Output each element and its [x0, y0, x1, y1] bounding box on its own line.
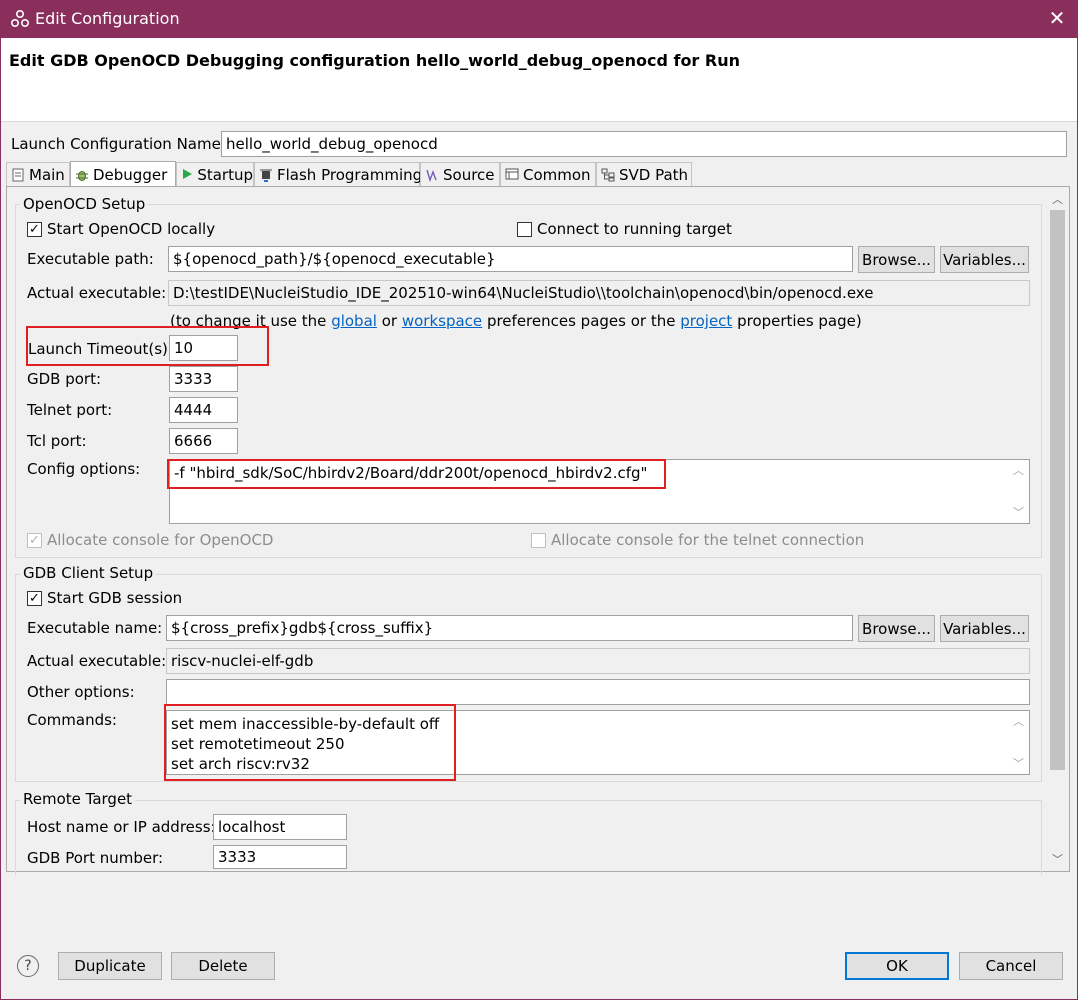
tab-startup[interactable]: Startup: [176, 162, 254, 186]
commands-label: Commands:: [27, 711, 117, 729]
common-icon: [505, 168, 519, 182]
chip-icon: [259, 168, 273, 182]
alloc-telnet-label: Allocate console for the telnet connecti…: [551, 531, 865, 549]
tab-source-label: Source: [443, 165, 495, 184]
play-icon: [181, 168, 193, 182]
openocd-exec-path-label: Executable path:: [27, 250, 154, 268]
start-openocd-label: Start OpenOCD locally: [47, 220, 216, 238]
tcl-port-input[interactable]: 6666: [169, 428, 238, 454]
tab-source[interactable]: Source: [420, 162, 500, 186]
connect-running-checkbox[interactable]: [517, 222, 532, 237]
remote-target-group: [15, 800, 1042, 875]
launch-timeout-label: Launch Timeout(s):: [28, 340, 173, 358]
scrollbar-thumb[interactable]: [1050, 210, 1065, 770]
openocd-browse-button[interactable]: Browse...: [858, 246, 935, 273]
delete-button[interactable]: Delete: [171, 952, 275, 980]
remote-target-title: Remote Target: [20, 790, 136, 808]
config-scroll-down-icon[interactable]: ﹀: [1010, 504, 1027, 520]
tcl-port-label: Tcl port:: [27, 432, 87, 450]
start-gdb-label: Start GDB session: [47, 589, 183, 607]
gdb-exec-name-input[interactable]: ${cross_prefix}gdb${cross_suffix}: [166, 615, 853, 641]
tab-common-label: Common: [523, 165, 591, 184]
gdb-port-input[interactable]: 3333: [169, 366, 238, 392]
remote-port-label: GDB Port number:: [27, 849, 164, 867]
openocd-exec-path-input[interactable]: ${openocd_path}/${openocd_executable}: [168, 246, 853, 272]
scroll-down-icon[interactable]: ﹀: [1049, 851, 1066, 868]
tab-startup-label: Startup: [197, 165, 253, 184]
openocd-actual-exec-field: D:\testIDE\NucleiStudio_IDE_202510-win64…: [168, 280, 1030, 306]
tab-debugger-label: Debugger: [93, 165, 168, 184]
commands-textarea[interactable]: set mem inaccessible-by-default off set …: [166, 710, 1030, 775]
tab-main[interactable]: Main: [6, 162, 70, 186]
alloc-console-label: Allocate console for OpenOCD: [47, 531, 274, 549]
title-bar: Edit Configuration ✕: [0, 0, 1078, 38]
gdb-port-label: GDB port:: [27, 370, 102, 388]
help-icon[interactable]: ?: [17, 955, 39, 977]
scroll-up-icon[interactable]: ︿: [1049, 191, 1066, 208]
gdb-browse-button[interactable]: Browse...: [858, 615, 935, 642]
hint-prefix: (to change it use the: [170, 312, 327, 330]
tab-flash-programming-label: Flash Programming: [277, 165, 423, 184]
host-label: Host name or IP address:: [27, 818, 216, 836]
gdb-variables-button[interactable]: Variables...: [940, 615, 1029, 642]
global-link[interactable]: global: [331, 312, 377, 330]
openocd-setup-title: OpenOCD Setup: [20, 195, 149, 213]
gdb-actual-exec-field: riscv-nuclei-elf-gdb: [166, 648, 1030, 674]
gdb-client-title: GDB Client Setup: [20, 564, 157, 582]
nuclei-logo-icon: [10, 9, 30, 28]
openocd-actual-exec-label: Actual executable:: [27, 284, 167, 302]
other-options-label: Other options:: [27, 683, 135, 701]
project-link[interactable]: project: [680, 312, 732, 330]
command-line: set mem inaccessible-by-default off: [171, 715, 440, 733]
tab-bar: Main Debugger Startup Flash Programming …: [6, 161, 1070, 187]
window-title: Edit Configuration: [35, 9, 180, 28]
source-icon: [425, 168, 439, 182]
connect-running-label: Connect to running target: [537, 220, 732, 238]
remote-port-input[interactable]: 3333: [213, 845, 347, 869]
config-scroll-up-icon[interactable]: ︿: [1010, 462, 1027, 478]
other-options-input[interactable]: [166, 679, 1030, 705]
gdb-actual-exec-label: Actual executable:: [27, 652, 167, 670]
tab-svd-path[interactable]: SVD Path: [596, 162, 692, 186]
preferences-hint: (to change it use the global or workspac…: [170, 312, 862, 330]
start-openocd-checkbox[interactable]: ✓: [27, 222, 42, 237]
tab-flash-programming[interactable]: Flash Programming: [254, 162, 423, 186]
duplicate-button[interactable]: Duplicate: [58, 952, 162, 980]
start-gdb-checkbox[interactable]: ✓: [27, 591, 42, 606]
dialog-header: Edit GDB OpenOCD Debugging configuration…: [1, 38, 1077, 122]
launch-name-label: Launch Configuration Name:: [11, 135, 226, 153]
dialog-heading: Edit GDB OpenOCD Debugging configuration…: [9, 51, 740, 70]
tab-debugger[interactable]: Debugger: [70, 161, 176, 187]
openocd-variables-button[interactable]: Variables...: [940, 246, 1029, 273]
hint-or: or: [381, 312, 398, 330]
document-icon: [11, 168, 25, 182]
command-line: set remotetimeout 250: [171, 735, 345, 753]
svd-icon: [601, 168, 615, 182]
alloc-console-checkbox[interactable]: ✓: [27, 533, 42, 548]
tab-common[interactable]: Common: [500, 162, 596, 186]
config-options-textarea[interactable]: -f "hbird_sdk/SoC/hbirdv2/Board/ddr200t/…: [169, 459, 1030, 524]
launch-name-input[interactable]: hello_world_debug_openocd: [221, 131, 1067, 157]
commands-scroll-up-icon[interactable]: ︿: [1010, 713, 1027, 729]
tab-svd-path-label: SVD Path: [619, 165, 689, 184]
hint-mid: preferences pages or the: [486, 312, 676, 330]
bug-icon: [75, 168, 89, 182]
gdb-exec-name-label: Executable name:: [27, 619, 163, 637]
tab-main-label: Main: [29, 165, 65, 184]
hint-suffix: properties page): [737, 312, 862, 330]
command-line: set arch riscv:rv32: [171, 755, 310, 773]
config-options-label: Config options:: [27, 460, 141, 478]
launch-timeout-input[interactable]: 10: [169, 335, 238, 361]
alloc-telnet-checkbox[interactable]: [531, 533, 546, 548]
host-input[interactable]: localhost: [213, 814, 347, 840]
cancel-button[interactable]: Cancel: [959, 952, 1063, 980]
ok-button[interactable]: OK: [845, 952, 949, 980]
telnet-port-input[interactable]: 4444: [169, 397, 238, 423]
commands-scroll-down-icon[interactable]: ﹀: [1010, 755, 1027, 771]
workspace-link[interactable]: workspace: [402, 312, 482, 330]
telnet-port-label: Telnet port:: [27, 401, 113, 419]
close-icon[interactable]: ✕: [1045, 6, 1069, 30]
